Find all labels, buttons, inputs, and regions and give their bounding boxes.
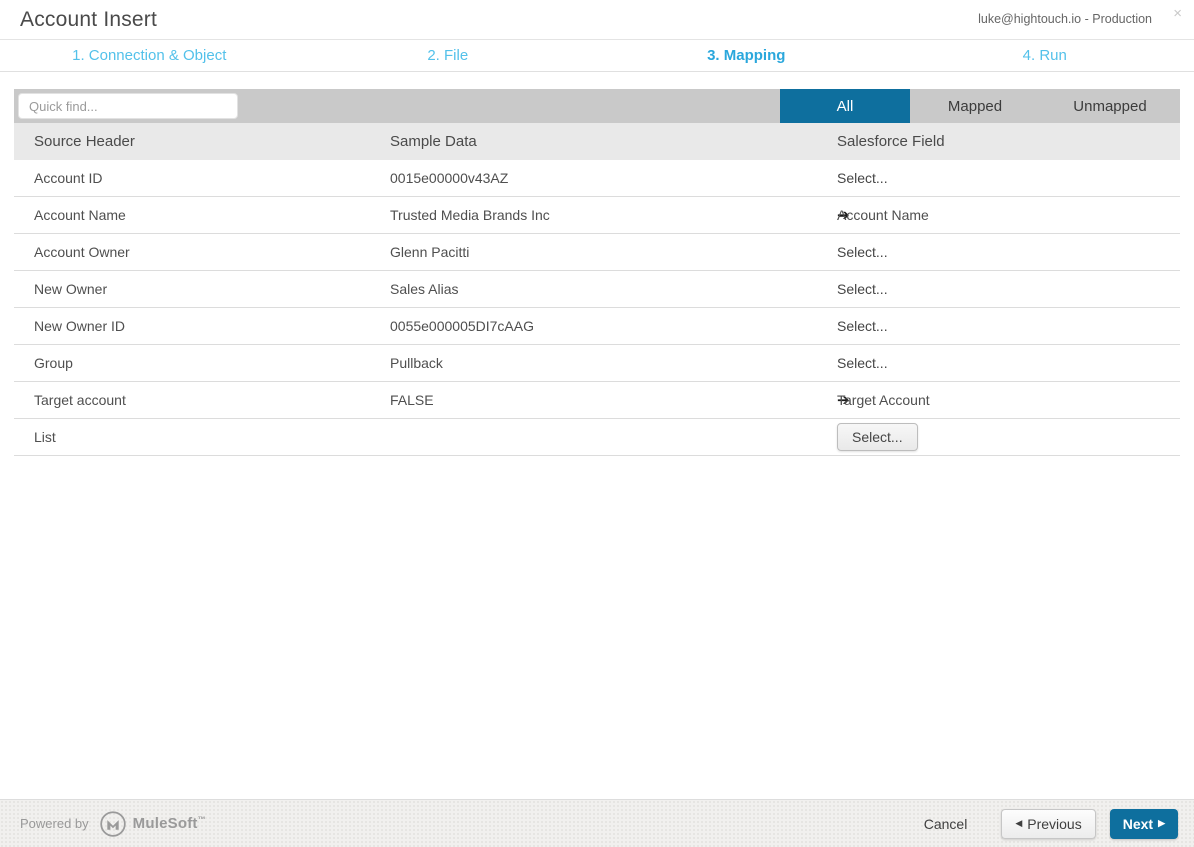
- salesforce-field-cell: ➔Account Name: [790, 206, 1180, 224]
- page-title: Account Insert: [20, 8, 157, 32]
- mapping-content: AllMappedUnmapped Source Header Sample D…: [14, 89, 1180, 456]
- select-field-link[interactable]: Select...: [790, 281, 888, 297]
- sample-data-cell: 0055e000005DI7cAAG: [390, 318, 790, 334]
- select-field-link[interactable]: Select...: [790, 170, 888, 186]
- next-arrow-icon: ▶: [1158, 819, 1165, 828]
- source-header-cell: New Owner: [14, 281, 390, 297]
- sample-data-cell: Glenn Pacitti: [390, 244, 790, 260]
- connected-account-label: luke@hightouch.io - Production: [978, 12, 1152, 26]
- mulesoft-logo-icon: [99, 810, 127, 838]
- sample-data-cell: Pullback: [390, 355, 790, 371]
- sample-data-cell: Trusted Media Brands Inc: [390, 207, 790, 223]
- close-icon[interactable]: ×: [1173, 6, 1182, 21]
- cancel-button[interactable]: Cancel: [924, 816, 968, 832]
- salesforce-field-cell: Select...: [790, 170, 1180, 186]
- dialog-footer: Powered by MuleSoft™ Cancel ◀Previous Ne…: [0, 799, 1194, 847]
- sample-data-cell: 0015e00000v43AZ: [390, 170, 790, 186]
- previous-arrow-icon: ◀: [1015, 819, 1022, 828]
- tab-unmapped[interactable]: Unmapped: [1040, 89, 1180, 123]
- select-field-link[interactable]: Select...: [790, 244, 888, 260]
- table-row: Account Owner Glenn Pacitti Select...: [14, 234, 1180, 271]
- salesforce-field-cell: Select...: [790, 281, 1180, 297]
- select-field-button[interactable]: Select...: [837, 423, 918, 451]
- filter-tabs: AllMappedUnmapped: [780, 89, 1180, 123]
- source-header-cell: Account Name: [14, 207, 390, 223]
- source-header-cell: New Owner ID: [14, 318, 390, 334]
- previous-button[interactable]: ◀Previous: [1001, 809, 1095, 839]
- step-4[interactable]: 4. Run: [896, 40, 1194, 71]
- step-3[interactable]: 3. Mapping: [597, 40, 896, 71]
- salesforce-field-cell: Select...: [790, 318, 1180, 334]
- trademark-symbol: ™: [198, 815, 206, 824]
- tab-all[interactable]: All: [780, 89, 910, 123]
- sample-data-cell: Sales Alias: [390, 281, 790, 297]
- column-header-field: Salesforce Field: [790, 133, 1180, 150]
- tab-mapped[interactable]: Mapped: [910, 89, 1040, 123]
- mapped-field-name[interactable]: Target Account: [837, 392, 930, 408]
- select-field-link[interactable]: Select...: [790, 355, 888, 371]
- next-button[interactable]: Next▶: [1110, 809, 1178, 839]
- footer-actions: Cancel ◀Previous Next▶: [924, 809, 1178, 839]
- table-row: Target account FALSE ➔Target Account: [14, 382, 1180, 419]
- source-header-cell: Group: [14, 355, 390, 371]
- step-2[interactable]: 2. File: [299, 40, 598, 71]
- table-row: New Owner ID 0055e000005DI7cAAG Select..…: [14, 308, 1180, 345]
- powered-by-label: Powered by: [20, 816, 89, 831]
- salesforce-field-cell: Select...: [790, 355, 1180, 371]
- source-header-cell: Account ID: [14, 170, 390, 186]
- sample-data-cell: FALSE: [390, 392, 790, 408]
- source-header-cell: Account Owner: [14, 244, 390, 260]
- wizard-steps: 1. Connection & Object2. File3. Mapping4…: [0, 40, 1194, 72]
- column-header-sample: Sample Data: [390, 133, 790, 150]
- table-body: Account ID 0015e00000v43AZ Select... Acc…: [14, 160, 1180, 456]
- mapped-arrow-icon: ➔: [790, 391, 837, 409]
- table-header-row: Source Header Sample Data Salesforce Fie…: [14, 123, 1180, 160]
- column-header-source: Source Header: [14, 133, 390, 150]
- mapped-field-name[interactable]: Account Name: [837, 207, 929, 223]
- salesforce-field-cell: Select...: [790, 244, 1180, 260]
- select-field-link[interactable]: Select...: [790, 318, 888, 334]
- step-1[interactable]: 1. Connection & Object: [0, 40, 299, 71]
- mulesoft-brand-label: MuleSoft™: [133, 815, 206, 832]
- quick-find-input[interactable]: [18, 93, 238, 119]
- filter-bar: AllMappedUnmapped: [14, 89, 1180, 123]
- dialog-header: Account Insert luke@hightouch.io - Produ…: [0, 0, 1194, 40]
- source-header-cell: List: [14, 429, 390, 445]
- account-insert-dialog: Account Insert luke@hightouch.io - Produ…: [0, 0, 1194, 847]
- table-row: List Select...: [14, 419, 1180, 456]
- table-row: Account Name Trusted Media Brands Inc ➔A…: [14, 197, 1180, 234]
- salesforce-field-cell: Select...: [790, 423, 1180, 451]
- mapped-arrow-icon: ➔: [790, 206, 837, 224]
- table-row: New Owner Sales Alias Select...: [14, 271, 1180, 308]
- table-row: Account ID 0015e00000v43AZ Select...: [14, 160, 1180, 197]
- source-header-cell: Target account: [14, 392, 390, 408]
- salesforce-field-cell: ➔Target Account: [790, 391, 1180, 409]
- table-row: Group Pullback Select...: [14, 345, 1180, 382]
